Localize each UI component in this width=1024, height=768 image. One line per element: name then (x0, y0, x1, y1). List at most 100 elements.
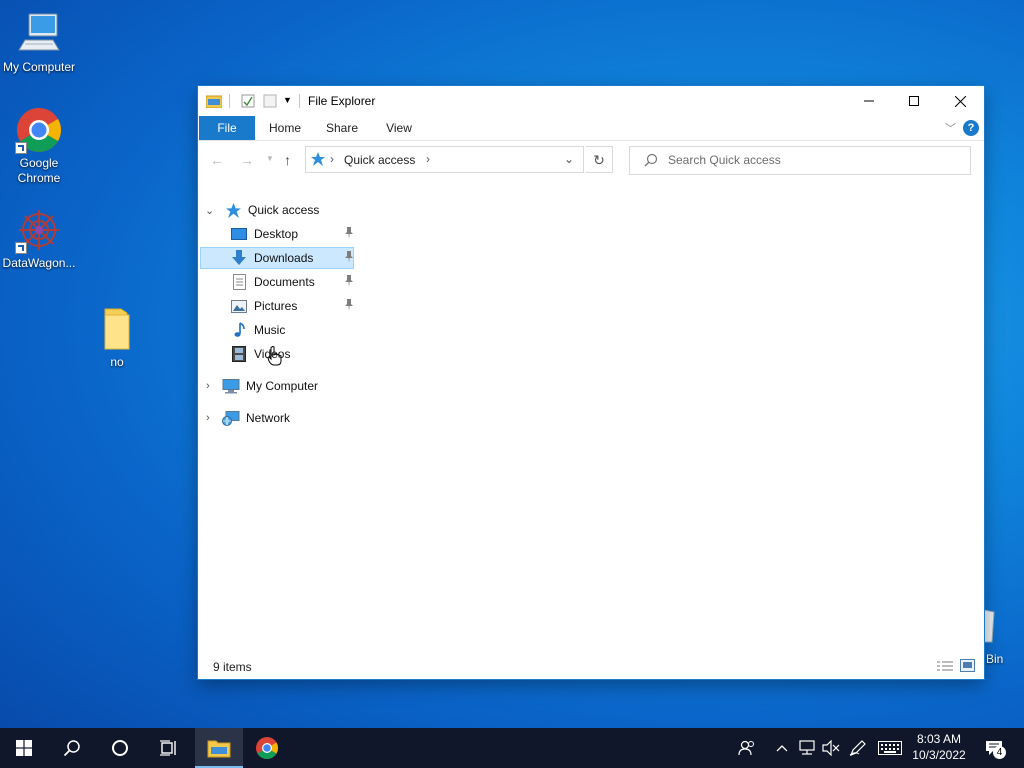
close-button[interactable] (937, 86, 983, 116)
title-separator (299, 94, 300, 108)
tree-item-documents[interactable]: Documents (230, 271, 354, 293)
taskbar-google-chrome[interactable] (243, 728, 291, 768)
volume-muted-icon[interactable] (820, 728, 842, 768)
title-bar[interactable]: ▼ File Explorer (198, 86, 984, 116)
desktop-icon-label: no (110, 355, 124, 369)
address-dropdown-icon[interactable]: ⌄ (564, 152, 574, 166)
file-explorer-window: ▼ File Explorer File Home Share View ﹀ ?… (198, 86, 984, 679)
collapse-chevron-icon[interactable]: ⌄ (205, 204, 214, 217)
item-count: 9 items (213, 660, 252, 674)
recent-locations-icon[interactable]: ▼ (266, 154, 274, 163)
pin-icon[interactable] (344, 275, 354, 290)
recycle-bin-icon[interactable] (983, 606, 1000, 644)
task-view-icon (160, 740, 176, 756)
desktop-icon-label: DataWagon... (2, 256, 76, 270)
breadcrumb-quick-access[interactable]: Quick access (344, 153, 415, 167)
expand-chevron-icon[interactable]: › (206, 412, 210, 424)
tree-item-label: Pictures (254, 299, 298, 313)
tree-item-quick-access[interactable]: Quick access (224, 199, 319, 221)
forward-arrow-icon[interactable]: → (240, 152, 254, 168)
cortana-circle-icon (112, 740, 128, 756)
back-arrow-icon[interactable]: ← (210, 152, 224, 168)
shortcut-arrow-icon (15, 142, 27, 154)
pin-icon[interactable] (344, 227, 354, 242)
search-box[interactable] (629, 146, 971, 175)
pin-icon[interactable] (344, 299, 354, 314)
tree-item-downloads[interactable]: Downloads (200, 247, 354, 269)
tree-item-label: Network (246, 411, 291, 425)
pin-icon[interactable] (344, 251, 354, 266)
tree-item-label: Documents (254, 275, 315, 289)
tab-home[interactable]: Home (268, 116, 302, 140)
tree-item-label: Downloads (254, 251, 314, 265)
tab-view[interactable]: View (384, 116, 414, 140)
recycle-bin-label: Bin (986, 652, 1004, 666)
show-hidden-icons-chevron-icon[interactable] (772, 728, 792, 768)
quick-access-star-icon (311, 152, 325, 169)
tab-file[interactable]: File (199, 116, 255, 140)
cortana-button[interactable] (96, 728, 144, 768)
chrome-icon (256, 737, 278, 759)
refresh-button[interactable]: ↻ (586, 146, 613, 173)
tree-item-music[interactable]: Music (230, 319, 285, 341)
quick-access-star-icon (224, 202, 242, 218)
desktop-icon-folder-no[interactable]: no (78, 305, 156, 370)
clock-date: 10/3/2022 (912, 748, 966, 762)
maximize-button[interactable] (891, 86, 937, 116)
expand-ribbon-icon[interactable]: ﹀ (945, 120, 956, 136)
network-status-icon[interactable] (796, 728, 818, 768)
window-title: File Explorer (308, 94, 376, 108)
desktop-icon (230, 226, 248, 242)
expand-chevron-icon[interactable]: › (206, 380, 210, 392)
tree-item-label: Quick access (248, 203, 320, 217)
clock[interactable]: 8:03 AM 10/3/2022 (906, 731, 972, 763)
taskbar-file-explorer[interactable] (195, 728, 243, 768)
minimize-button[interactable] (846, 86, 892, 116)
file-explorer-icon (205, 94, 223, 111)
tree-item-desktop[interactable]: Desktop (230, 223, 354, 245)
title-separator (229, 94, 230, 108)
tree-item-label: Music (254, 323, 286, 337)
windows-logo-icon (16, 740, 32, 756)
desktop-icon-datawagon[interactable]: DataWagon... (0, 206, 78, 271)
task-view-button[interactable] (144, 728, 192, 768)
large-icons-view-icon[interactable] (960, 659, 975, 675)
chevron-right-icon: › (330, 152, 334, 166)
file-explorer-icon (207, 740, 231, 758)
properties-icon[interactable] (241, 94, 255, 111)
search-input[interactable] (668, 153, 958, 167)
chevron-right-icon[interactable]: › (426, 152, 430, 166)
touch-keyboard-icon[interactable] (876, 728, 904, 768)
clock-time: 8:03 AM (916, 732, 962, 746)
tree-item-videos[interactable]: Videos (230, 343, 290, 365)
ribbon: File Home Share View ﹀ ? (198, 116, 984, 141)
desktop-icon-google-chrome[interactable]: Google Chrome (0, 106, 78, 186)
folder-icon (93, 305, 141, 353)
search-button[interactable] (48, 728, 96, 768)
people-icon[interactable] (735, 728, 759, 768)
tree-item-my-computer[interactable]: My Computer (222, 375, 318, 397)
document-icon (230, 274, 248, 290)
tree-item-label: Desktop (254, 227, 299, 241)
computer-icon (15, 10, 63, 58)
start-button[interactable] (0, 728, 48, 768)
address-bar[interactable]: › Quick access › ⌄ (305, 146, 584, 173)
up-arrow-icon[interactable]: ↑ (284, 152, 291, 168)
customize-toolbar-dropdown-icon[interactable]: ▼ (283, 95, 292, 105)
details-view-icon[interactable] (937, 660, 953, 675)
desktop-icon-label: Google Chrome (17, 156, 61, 185)
network-icon (222, 410, 240, 426)
desktop-icon-my-computer[interactable]: My Computer (0, 10, 78, 75)
help-icon[interactable]: ? (963, 120, 979, 136)
tree-item-network[interactable]: Network (222, 407, 290, 429)
taskbar: 8:03 AM 10/3/2022 (0, 728, 1024, 768)
tree-item-pictures[interactable]: Pictures (230, 295, 354, 317)
chrome-icon (15, 106, 63, 154)
tab-share[interactable]: Share (325, 116, 359, 140)
desktop-icon-label: My Computer (2, 60, 76, 74)
computer-icon (222, 378, 240, 394)
new-folder-icon[interactable] (263, 94, 277, 111)
pen-ink-icon[interactable] (846, 728, 870, 768)
pictures-icon (230, 298, 248, 314)
notification-count-badge: 4 (993, 746, 1006, 759)
